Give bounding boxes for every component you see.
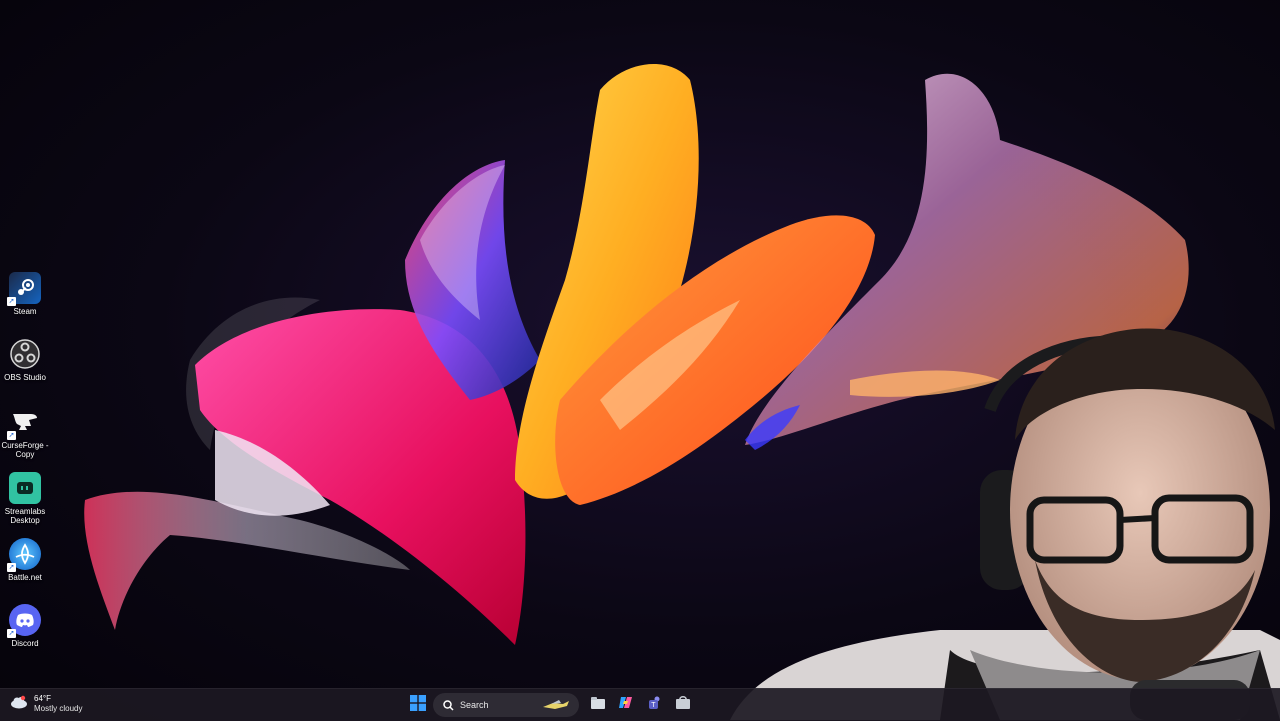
obs-icon: [9, 338, 41, 370]
svg-text:T: T: [651, 702, 656, 709]
desktop-icon-obs[interactable]: OBS Studio: [0, 338, 50, 400]
store-button[interactable]: [673, 693, 693, 717]
discord-icon: ➚: [7, 604, 41, 638]
shortcut-arrow-icon: ➚: [7, 297, 16, 306]
shortcut-arrow-icon: ➚: [7, 563, 16, 572]
shortcut-arrow-icon: ➚: [7, 629, 16, 638]
file-explorer-button[interactable]: [588, 693, 608, 717]
copilot-button[interactable]: [615, 693, 635, 717]
desktop-icon-streamlabs[interactable]: Streamlabs Desktop: [0, 472, 50, 534]
desktop-icon-steam[interactable]: ➚ Steam: [0, 272, 50, 334]
desktop-icon-label: OBS Studio: [4, 373, 46, 382]
cloud-icon: [10, 695, 28, 714]
desktop-icon-label: Discord: [11, 639, 39, 648]
desktop-icon-label: Steam: [13, 307, 37, 316]
start-icon: [410, 694, 426, 716]
desktop-icon-label: CurseForge - Copy: [1, 441, 49, 459]
start-button[interactable]: [406, 693, 430, 717]
taskbar: 64°F Mostly cloudy Search T: [0, 688, 1280, 721]
desktop-icon-battlenet[interactable]: ➚ Battle.net: [0, 538, 50, 600]
teams-icon: T: [646, 696, 662, 715]
steam-icon: ➚: [7, 272, 41, 306]
search-label: Search: [460, 700, 489, 710]
curseforge-icon: ➚: [7, 406, 41, 440]
store-icon: [676, 696, 690, 714]
search-highlight-icon: [541, 698, 571, 712]
weather-widget[interactable]: 64°F Mostly cloudy: [10, 694, 82, 714]
weather-text: 64°F Mostly cloudy: [34, 694, 82, 714]
copilot-icon: [618, 695, 633, 715]
weather-condition: Mostly cloudy: [34, 704, 83, 713]
search-icon: [443, 699, 454, 711]
streamlabs-icon: [9, 472, 41, 504]
weather-temperature: 64°F: [34, 694, 51, 703]
file-explorer-icon: [591, 696, 605, 714]
desktop-icon-label: Streamlabs Desktop: [4, 507, 46, 525]
teams-button[interactable]: T: [644, 693, 664, 717]
webcam-overlay: [730, 328, 1280, 720]
battlenet-icon: ➚: [7, 538, 41, 572]
taskbar-search-box[interactable]: Search: [433, 693, 579, 717]
desktop-icon-discord[interactable]: ➚ Discord: [0, 604, 50, 666]
desktop-icon-label: Battle.net: [8, 573, 42, 582]
desktop-icon-curseforge[interactable]: ➚ CurseForge - Copy: [0, 406, 50, 468]
shortcut-arrow-icon: ➚: [7, 431, 16, 440]
